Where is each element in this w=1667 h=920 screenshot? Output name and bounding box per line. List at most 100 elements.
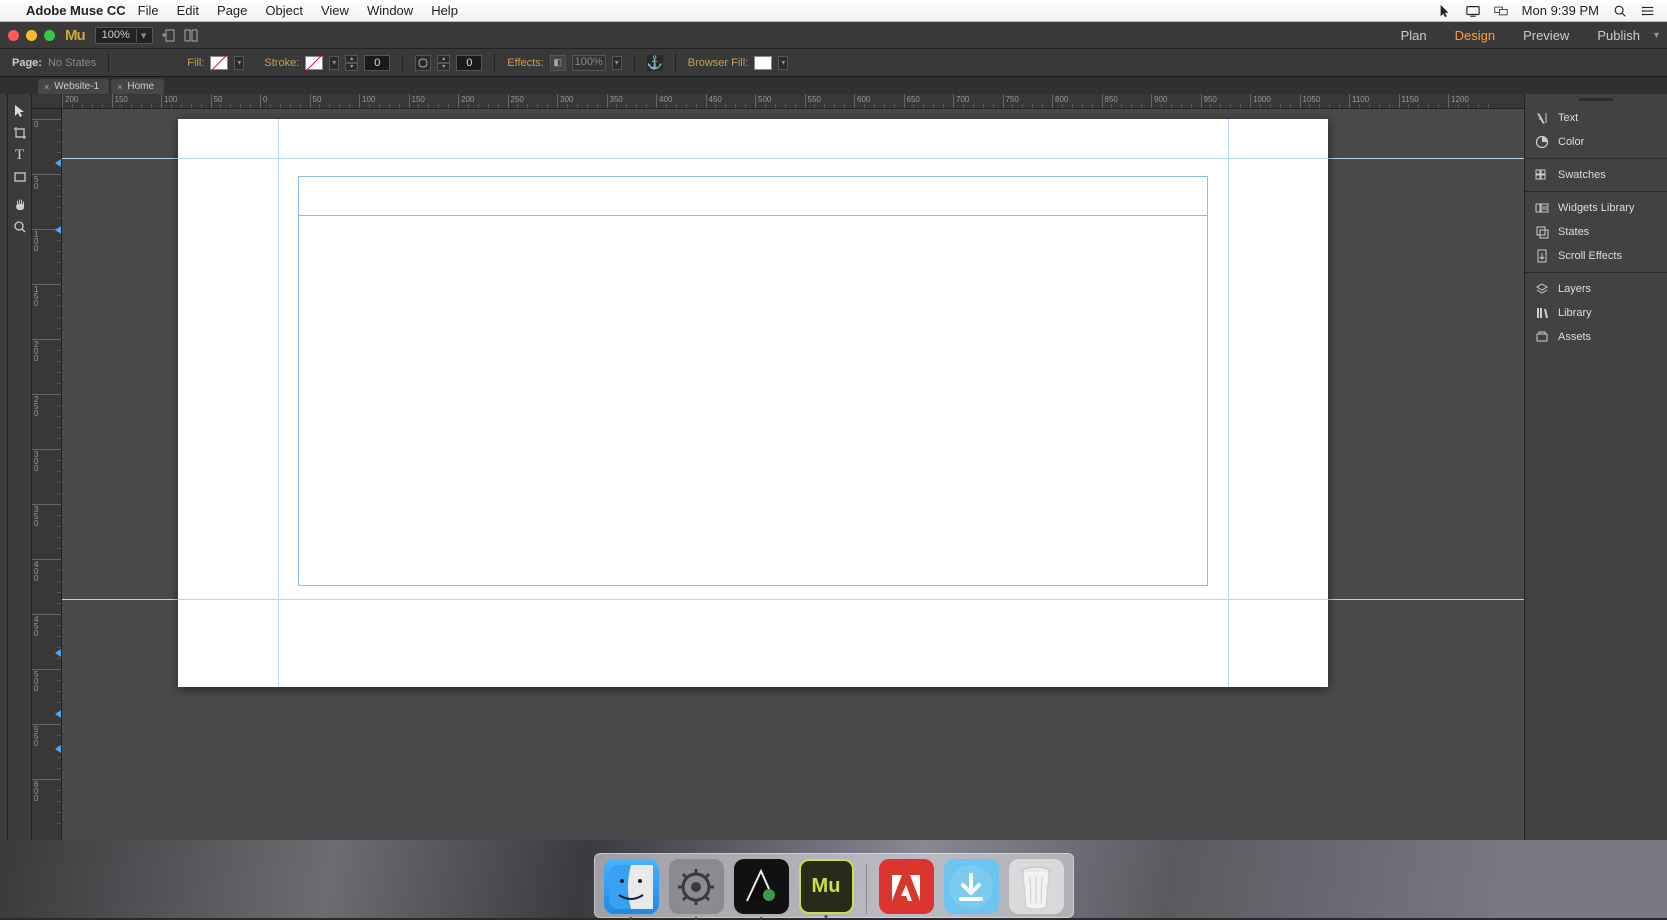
panel-states[interactable]: States	[1525, 220, 1667, 244]
panel-swatches[interactable]: Swatches	[1525, 163, 1667, 187]
menu-object[interactable]: Object	[265, 3, 303, 18]
browserfill-label: Browser Fill:	[688, 57, 749, 69]
window-controls	[8, 30, 55, 41]
menu-help[interactable]: Help	[431, 3, 458, 18]
fill-label: Fill:	[187, 57, 204, 69]
corner-stepper[interactable]: ▴▾	[437, 55, 450, 71]
zoom-tool[interactable]	[9, 216, 31, 238]
document-tabs: × Website-1 × Home	[0, 77, 1667, 94]
panel-label: Layers	[1558, 283, 1591, 295]
rectangle-tool[interactable]	[9, 166, 31, 188]
ruler-horizontal[interactable]: 2001501005005010015020025030035040045050…	[62, 94, 1524, 109]
mode-preview[interactable]: Preview	[1509, 28, 1583, 43]
cursor-icon[interactable]	[1438, 3, 1452, 19]
assets-icon	[1535, 330, 1549, 344]
spotlight-icon[interactable]	[1613, 3, 1627, 19]
close-window-button[interactable]	[8, 30, 19, 41]
close-icon[interactable]: ×	[44, 82, 49, 92]
corners-icon[interactable]	[415, 55, 431, 71]
dock: Mu	[594, 853, 1074, 918]
app-name[interactable]: Adobe Muse CC	[26, 3, 126, 18]
page-canvas[interactable]	[178, 119, 1328, 687]
fill-swatch[interactable]	[210, 56, 228, 70]
page-label: Page:	[12, 57, 42, 69]
workspace: T 20015010050050100150200250300350400450…	[0, 94, 1667, 918]
muse-logo: Mu	[65, 27, 85, 44]
menu-view[interactable]: View	[321, 3, 349, 18]
fill-dropdown[interactable]: ▾	[234, 56, 244, 70]
browserfill-dropdown[interactable]: ▾	[778, 56, 788, 70]
color-icon	[1535, 135, 1549, 149]
panel-widgets-library[interactable]: Widgets Library	[1525, 196, 1667, 220]
publish-dropdown-icon[interactable]: ▾	[1654, 30, 1659, 41]
dock-downloads[interactable]	[944, 859, 999, 914]
dock-adobe[interactable]	[879, 859, 934, 914]
panel-layers[interactable]: Layers	[1525, 277, 1667, 301]
content-region[interactable]	[298, 176, 1208, 586]
swatches-icon	[1535, 168, 1549, 182]
tab-website-1[interactable]: × Website-1	[38, 79, 109, 94]
text-icon	[1535, 111, 1549, 125]
effects-pct[interactable]: 100%	[572, 55, 606, 71]
close-icon[interactable]: ×	[117, 82, 122, 92]
menu-window[interactable]: Window	[367, 3, 413, 18]
panel-scroll-effects[interactable]: Scroll Effects	[1525, 244, 1667, 268]
new-page-icon[interactable]	[161, 28, 176, 43]
crop-tool[interactable]	[9, 122, 31, 144]
panel-text[interactable]: Text	[1525, 106, 1667, 130]
browserfill-swatch[interactable]	[754, 56, 772, 70]
dock-app-dark[interactable]	[734, 859, 789, 914]
mode-publish[interactable]: Publish	[1583, 28, 1654, 43]
menu-file[interactable]: File	[138, 3, 159, 18]
corner-radius-input[interactable]	[456, 55, 482, 71]
widgets-icon	[1535, 201, 1549, 215]
tab-label: Website-1	[54, 81, 99, 92]
anchor-icon[interactable]: ⚓	[647, 55, 663, 71]
menu-icon[interactable]	[1641, 3, 1655, 19]
effects-icon[interactable]: ◧	[550, 55, 566, 71]
dock-system-preferences[interactable]	[669, 859, 724, 914]
arrange-icon[interactable]	[184, 28, 199, 43]
chevron-down-icon: ▾	[136, 29, 146, 42]
page-states[interactable]: No States	[48, 57, 96, 69]
panel-assets[interactable]: Assets	[1525, 325, 1667, 349]
zoom-dropdown[interactable]: 100% ▾	[95, 27, 153, 44]
panel-library[interactable]: Library	[1525, 301, 1667, 325]
display-icon[interactable]	[1466, 3, 1480, 19]
canvas-area[interactable]	[62, 109, 1524, 908]
canvas-wrap: 2001501005005010015020025030035040045050…	[32, 94, 1524, 918]
selection-tool[interactable]	[9, 100, 31, 122]
minimize-window-button[interactable]	[26, 30, 37, 41]
panel-handle[interactable]	[1525, 96, 1667, 102]
stroke-weight-input[interactable]	[364, 55, 390, 71]
scroll-icon	[1535, 249, 1549, 263]
dock-finder[interactable]	[604, 859, 659, 914]
menu-edit[interactable]: Edit	[177, 3, 199, 18]
panel-label: Library	[1558, 307, 1592, 319]
ruler-vertical[interactable]: 05 01 0 01 5 02 0 02 5 03 0 03 5 04 0 04…	[32, 109, 62, 908]
tab-label: Home	[127, 81, 154, 92]
dock-trash[interactable]	[1009, 859, 1064, 914]
dock-divider	[866, 864, 867, 914]
dock-adobe-muse[interactable]: Mu	[799, 859, 854, 914]
stroke-dropdown[interactable]: ▾	[329, 56, 339, 70]
panel-label: Widgets Library	[1558, 202, 1634, 214]
panel-label: Text	[1558, 112, 1578, 124]
clock[interactable]: Mon 9:39 PM	[1522, 3, 1599, 18]
zoom-window-button[interactable]	[44, 30, 55, 41]
text-tool[interactable]: T	[9, 144, 31, 166]
mode-design[interactable]: Design	[1441, 28, 1509, 43]
stroke-swatch[interactable]	[305, 56, 323, 70]
hand-tool[interactable]	[9, 194, 31, 216]
tab-home[interactable]: × Home	[111, 79, 164, 94]
menu-page[interactable]: Page	[217, 3, 247, 18]
effects-dropdown[interactable]: ▾	[612, 56, 622, 70]
panel-color[interactable]: Color	[1525, 130, 1667, 154]
screens-icon[interactable]	[1494, 3, 1508, 19]
ruler-origin[interactable]	[32, 94, 62, 109]
library-icon	[1535, 306, 1549, 320]
left-gutter	[0, 94, 8, 918]
mode-plan[interactable]: Plan	[1387, 28, 1441, 43]
stroke-stepper[interactable]: ▴▾	[345, 55, 358, 71]
panel-label: States	[1558, 226, 1589, 238]
